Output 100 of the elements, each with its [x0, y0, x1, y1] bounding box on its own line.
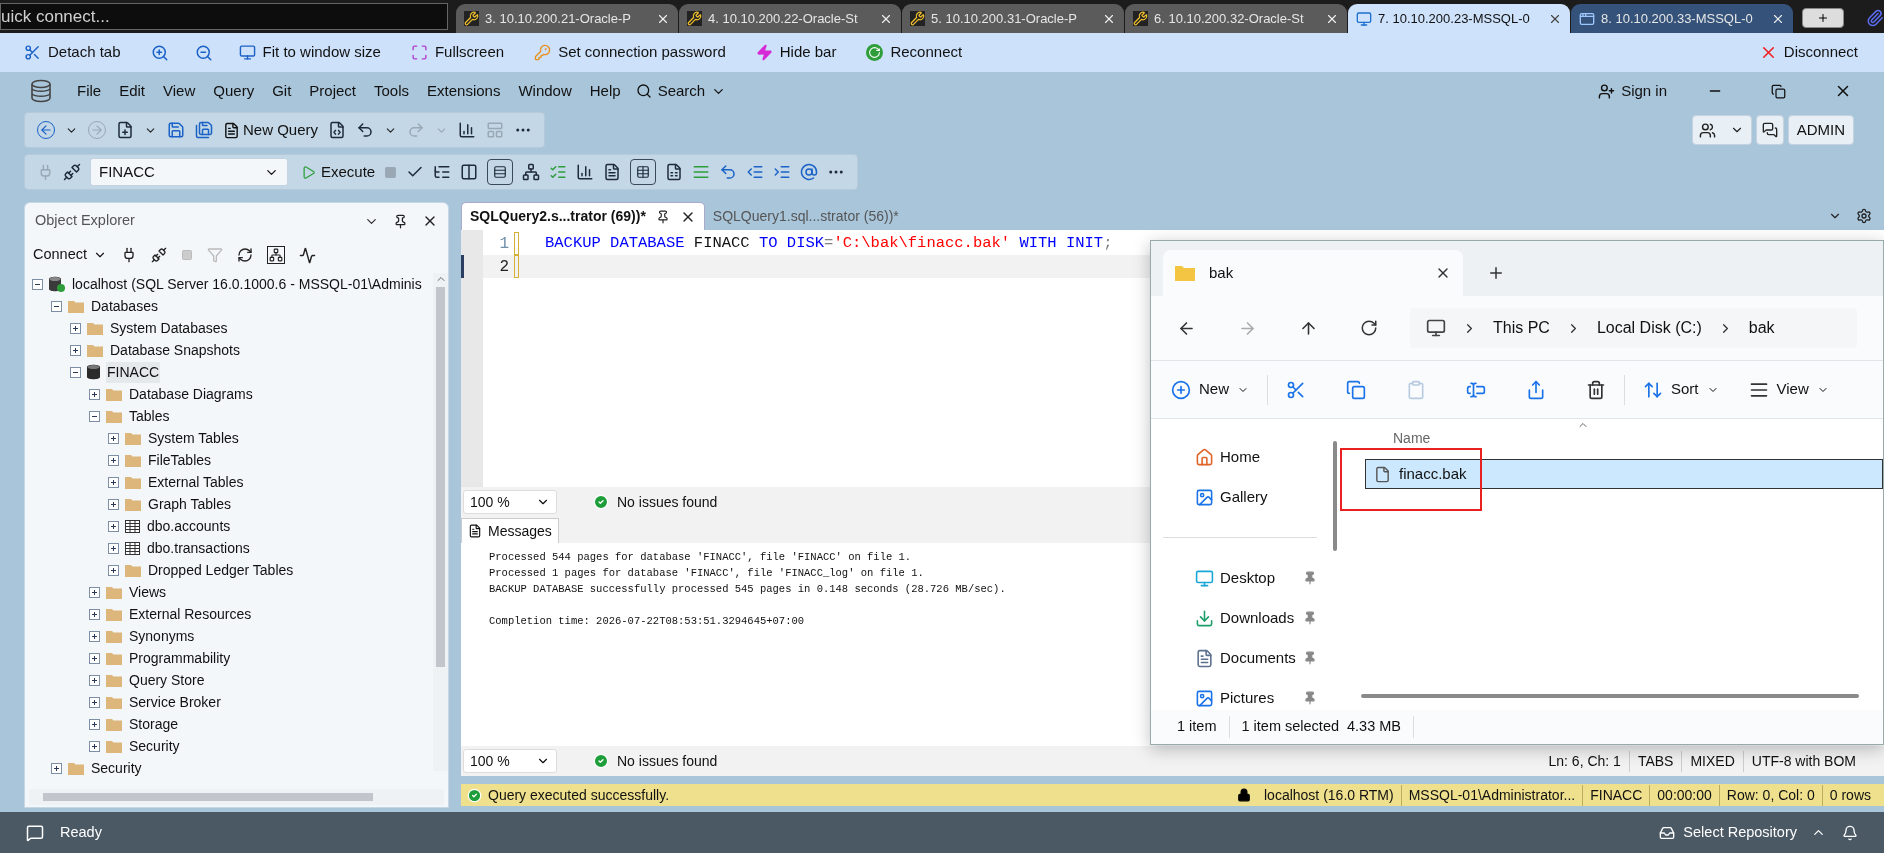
- column-header[interactable]: Name: [1365, 423, 1883, 449]
- menu-item[interactable]: Project: [300, 77, 365, 105]
- menu-item[interactable]: Edit: [110, 77, 155, 105]
- tree-item[interactable]: Storage: [128, 713, 180, 735]
- plug-icon[interactable]: [121, 247, 137, 263]
- cut-icon[interactable]: [1286, 379, 1306, 400]
- share-icon[interactable]: [1526, 379, 1546, 400]
- tree-item[interactable]: localhost (SQL Server 16.0.1000.6 - MSSQL-01\Adminis: [71, 273, 423, 295]
- tree-item[interactable]: Graph Tables: [147, 493, 232, 515]
- menu-item[interactable]: File: [68, 77, 111, 105]
- expand-icon[interactable]: [70, 322, 81, 334]
- chat-icon[interactable]: [26, 823, 44, 842]
- menu-item[interactable]: Git: [263, 77, 301, 105]
- save-all-icon[interactable]: [195, 121, 213, 139]
- grid-toggle-icon[interactable]: [630, 159, 657, 185]
- connection-tab[interactable]: 5. 10.10.200.31-Oracle-P: [902, 4, 1124, 33]
- new-query-button[interactable]: New Query: [223, 118, 319, 142]
- results-toggle-icon[interactable]: [487, 159, 514, 185]
- window-icon[interactable]: [460, 163, 479, 181]
- disconnect-button[interactable]: Disconnect: [1758, 41, 1858, 64]
- parameter-icon[interactable]: [800, 163, 819, 181]
- notification-icon[interactable]: [1842, 824, 1858, 841]
- checklist-icon[interactable]: [549, 163, 568, 181]
- expand-icon[interactable]: [89, 652, 100, 664]
- messages-tab[interactable]: Messages: [461, 518, 559, 543]
- zoom-select[interactable]: 100 %: [463, 749, 557, 773]
- scrollbar[interactable]: [1333, 441, 1337, 551]
- tree-item[interactable]: External Tables: [147, 471, 245, 493]
- save-icon[interactable]: [167, 121, 185, 139]
- nav-item[interactable]: Downloads: [1220, 606, 1295, 630]
- connect-button[interactable]: Connect: [33, 244, 107, 266]
- menu-item[interactable]: Tools: [365, 77, 419, 105]
- quick-connect-field[interactable]: uick connect...: [0, 3, 448, 30]
- session-toolbar-button[interactable]: Reconnect: [866, 41, 963, 64]
- zoom-select[interactable]: 100 %: [463, 490, 557, 514]
- tree-item[interactable]: FINACC: [106, 361, 161, 383]
- tree-item[interactable]: Views: [128, 581, 168, 603]
- indent-icon[interactable]: [773, 163, 792, 181]
- sign-in-button[interactable]: Sign in: [1592, 76, 1673, 106]
- expand-icon[interactable]: [89, 718, 100, 730]
- tree-item[interactable]: Dropped Ledger Tables: [147, 559, 295, 581]
- nav-item[interactable]: Documents: [1220, 646, 1296, 670]
- collapse-icon[interactable]: [32, 278, 43, 290]
- tree-item[interactable]: System Tables: [147, 427, 240, 449]
- session-toolbar-button[interactable]: Set connection password: [534, 41, 726, 64]
- file-row[interactable]: finacc.bak: [1365, 459, 1883, 489]
- tree-item[interactable]: Synonyms: [128, 625, 196, 647]
- pin-icon[interactable]: [655, 209, 670, 224]
- menu-item[interactable]: Window: [509, 77, 581, 105]
- expand-icon[interactable]: [89, 608, 100, 620]
- undo-icon[interactable]: [356, 121, 375, 139]
- menu-item[interactable]: Query: [204, 77, 264, 105]
- statistics-icon[interactable]: [576, 163, 595, 181]
- pin-icon[interactable]: [393, 213, 408, 229]
- tree-item[interactable]: Database Snapshots: [109, 339, 241, 361]
- editor-tab[interactable]: SQLQuery2.s...trator (69))*: [461, 202, 705, 230]
- tree-item[interactable]: Security: [90, 757, 143, 779]
- refresh-icon[interactable]: [237, 247, 253, 263]
- copy-icon[interactable]: [1346, 379, 1366, 400]
- session-toolbar-button[interactable]: Fit to window size: [238, 41, 381, 64]
- nav-item[interactable]: Home: [1220, 445, 1260, 469]
- tree-item[interactable]: dbo.transactions: [146, 537, 251, 559]
- nav-item[interactable]: Desktop: [1220, 566, 1276, 590]
- expand-icon[interactable]: [108, 454, 119, 466]
- expand-icon[interactable]: [108, 432, 119, 444]
- expand-icon[interactable]: [70, 344, 81, 356]
- tree-item[interactable]: System Databases: [109, 317, 229, 339]
- expand-icon[interactable]: [89, 630, 100, 642]
- menu-item[interactable]: Help: [580, 77, 630, 105]
- expand-icon[interactable]: [89, 696, 100, 708]
- collapse-icon[interactable]: [51, 300, 62, 312]
- session-toolbar-button[interactable]: Detach tab: [24, 41, 121, 64]
- expand-icon[interactable]: [89, 740, 100, 752]
- collapse-icon[interactable]: [89, 410, 100, 422]
- connection-tab[interactable]: 8. 10.10.200.33-MSSQL-0: [1571, 4, 1793, 33]
- scrollbar[interactable]: [1361, 694, 1859, 698]
- search-button[interactable]: Search: [629, 77, 733, 105]
- tree-item[interactable]: FileTables: [147, 449, 213, 471]
- file-icon[interactable]: [665, 163, 684, 181]
- restore-icon[interactable]: [1771, 83, 1786, 99]
- tree-item[interactable]: Programmability: [128, 647, 232, 669]
- activity-icon[interactable]: [299, 246, 316, 264]
- connection-icon[interactable]: [63, 163, 81, 181]
- tree-item[interactable]: Databases: [90, 295, 159, 317]
- account-button[interactable]: ADMIN: [1787, 115, 1854, 145]
- new-file-icon[interactable]: [116, 121, 134, 139]
- repository-button[interactable]: Select Repository: [1659, 821, 1826, 844]
- menu-item[interactable]: Extensions: [418, 77, 510, 105]
- connection-tab[interactable]: 4. 10.10.200.22-Oracle-St: [679, 4, 901, 33]
- expand-icon[interactable]: [108, 542, 119, 554]
- nav-item[interactable]: Gallery: [1220, 485, 1268, 509]
- tree-item[interactable]: Database Diagrams: [128, 383, 254, 405]
- nav-item[interactable]: Pictures: [1220, 686, 1275, 710]
- text-file-icon[interactable]: [603, 163, 622, 181]
- new-button[interactable]: New: [1171, 378, 1249, 401]
- outdent-icon[interactable]: [746, 163, 765, 181]
- new-tab-icon[interactable]: [1487, 264, 1505, 282]
- view-button[interactable]: View: [1748, 378, 1829, 401]
- settings-icon[interactable]: [1856, 208, 1872, 224]
- tree-item[interactable]: dbo.accounts: [146, 515, 232, 537]
